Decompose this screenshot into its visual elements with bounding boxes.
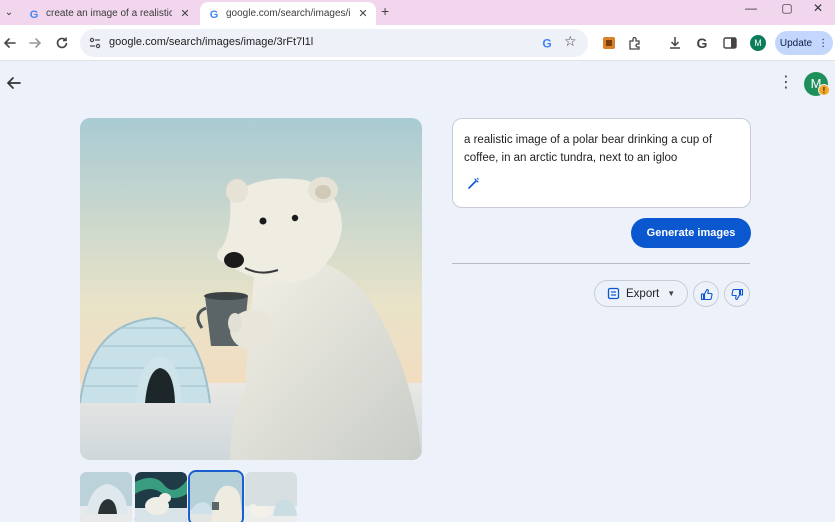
- tab-image-result[interactable]: G google.com/search/images/ima ✕: [200, 2, 376, 25]
- google-account-icon[interactable]: G: [694, 35, 710, 51]
- generated-image[interactable]: [80, 118, 422, 460]
- tab-create-image[interactable]: G create an image of a realistic b ✕: [20, 2, 198, 25]
- more-options-icon[interactable]: ⋮: [778, 74, 794, 92]
- tab-title: create an image of a realistic b: [46, 8, 172, 19]
- extension-icon[interactable]: [601, 35, 617, 51]
- thumbs-up-icon: [700, 288, 713, 300]
- thumbnail-bears-igloo[interactable]: [245, 472, 297, 522]
- edit-prompt-icon[interactable]: [466, 177, 480, 191]
- kebab-menu-icon: ⋮: [818, 37, 829, 49]
- prompt-text: a realistic image of a polar bear drinki…: [464, 134, 713, 164]
- thumbnail-bear-aurora[interactable]: [135, 472, 187, 522]
- bookmark-star-icon[interactable]: ☆: [564, 33, 577, 50]
- prompt-box[interactable]: a realistic image of a polar bear drinki…: [452, 118, 751, 208]
- thumbs-down-icon: [730, 288, 743, 300]
- back-icon[interactable]: [1, 34, 19, 52]
- forward-icon[interactable]: [26, 34, 44, 52]
- svg-text:G: G: [30, 9, 39, 20]
- update-button[interactable]: Update ⋮: [775, 31, 833, 55]
- thumbnail-bear-coffee[interactable]: [188, 470, 244, 522]
- thumbnail-image: [135, 472, 187, 522]
- reload-icon[interactable]: [53, 34, 71, 52]
- tab-search-chevron-icon[interactable]: ⌄: [0, 2, 18, 22]
- extensions-puzzle-icon[interactable]: [627, 35, 643, 51]
- thumbnail-image: [80, 472, 132, 522]
- svg-text:G: G: [697, 35, 708, 51]
- profile-avatar[interactable]: M: [750, 35, 766, 51]
- svg-text:G: G: [210, 9, 219, 20]
- caret-down-icon: ▼: [667, 289, 676, 298]
- google-favicon-icon: G: [30, 9, 39, 20]
- google-favicon-icon: G: [210, 9, 219, 20]
- thumbs-down-button[interactable]: [724, 281, 750, 307]
- download-icon[interactable]: [667, 35, 683, 51]
- back-arrow-icon[interactable]: [5, 74, 23, 92]
- export-label: Export: [626, 287, 660, 300]
- tab-close-icon[interactable]: ✕: [178, 7, 192, 20]
- address-bar[interactable]: google.com/search/images/image/3rFt7l1l …: [80, 29, 588, 57]
- url-text: google.com/search/images/image/3rFt7l1l: [109, 36, 314, 48]
- update-label: Update: [779, 37, 813, 49]
- tab-strip: ⌄ G create an image of a realistic b ✕ G…: [0, 0, 835, 25]
- site-info-icon[interactable]: [88, 36, 102, 50]
- generate-images-button[interactable]: Generate images: [631, 218, 751, 248]
- account-alert-badge: !: [818, 84, 830, 96]
- tab-close-icon[interactable]: ✕: [356, 7, 370, 20]
- polar-bear-coffee-image: [80, 118, 422, 460]
- new-tab-button[interactable]: +: [381, 3, 389, 19]
- close-window-button[interactable]: ✕: [800, 0, 835, 18]
- thumbnail-image: [190, 472, 242, 522]
- export-button[interactable]: Export ▼: [594, 280, 688, 307]
- side-panel-icon[interactable]: [722, 35, 738, 51]
- tab-title: google.com/search/images/ima: [226, 8, 350, 19]
- svg-text:G: G: [542, 37, 551, 51]
- thumbnail-igloo[interactable]: [80, 472, 132, 522]
- browser-toolbar: google.com/search/images/image/3rFt7l1l …: [0, 25, 835, 61]
- google-lens-icon[interactable]: G: [540, 36, 554, 51]
- divider: [452, 263, 750, 264]
- export-sheet-icon: [607, 287, 620, 300]
- minimize-button[interactable]: —: [733, 0, 769, 18]
- thumbnail-image: [245, 472, 297, 522]
- thumbs-up-button[interactable]: [693, 281, 719, 307]
